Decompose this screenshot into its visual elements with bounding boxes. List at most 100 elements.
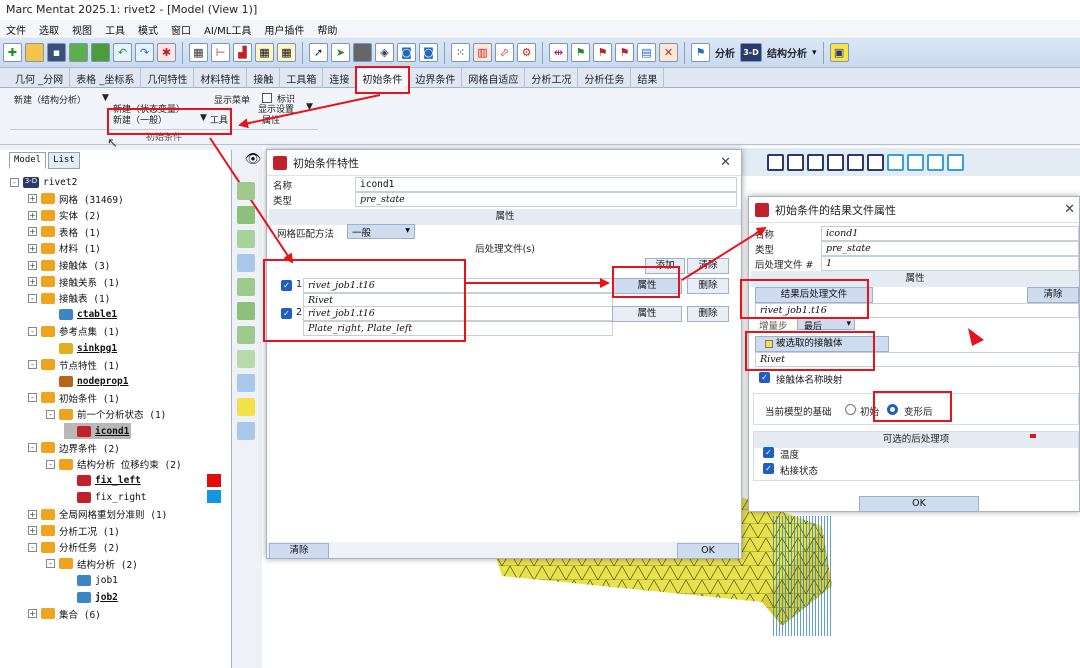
tab-5[interactable]: 工具箱 (280, 68, 324, 88)
tree-item[interactable]: - 结构分析 (2) (46, 556, 138, 572)
flag2-icon[interactable]: ⚑ (593, 43, 612, 62)
side-tool-icon[interactable] (237, 374, 255, 392)
tree-item[interactable]: job2 (64, 589, 118, 605)
tree-item[interactable]: - 初始条件 (1) (28, 390, 120, 406)
grid-icon[interactable]: ▦ (189, 43, 208, 62)
analysis-run-icon[interactable]: ⚑ (691, 43, 710, 62)
menu-item[interactable]: 窗口 (171, 22, 191, 37)
tools-button[interactable]: 工具 (210, 113, 228, 126)
side-tool-icon[interactable] (237, 278, 255, 296)
menu-item[interactable]: 帮助 (317, 22, 337, 37)
collapse-icon[interactable]: - (28, 326, 37, 336)
menu-item[interactable]: 文件 (6, 22, 26, 37)
expand-icon[interactable]: + (28, 243, 37, 253)
tree-item[interactable]: + 集合 (6) (28, 606, 101, 622)
clear-button[interactable]: 清除 (1027, 287, 1079, 303)
row2-delete-button[interactable]: 删除 (687, 306, 729, 322)
chart-icon[interactable]: ▟ (233, 43, 252, 62)
new-struct-button[interactable]: 新建（结构分析） (14, 93, 86, 106)
tree-item[interactable]: fix_left (64, 473, 141, 489)
add-button[interactable]: 添加 (645, 258, 685, 274)
select-cursor-icon[interactable]: ⬀ (495, 43, 514, 62)
tree-item[interactable]: nodeprop1 (46, 373, 128, 389)
tab-6[interactable]: 连接 (323, 68, 357, 88)
eye-icon[interactable]: 👁 (242, 152, 264, 172)
view-iso4-icon[interactable] (947, 153, 964, 171)
monitor-icon[interactable] (353, 43, 372, 62)
collapse-icon[interactable]: - (28, 542, 37, 552)
tree-item[interactable]: - 结构分析 位移约束 (2) (46, 456, 182, 472)
tree-item[interactable]: -3-D rivet2 (10, 174, 77, 190)
expand-icon[interactable]: + (28, 609, 37, 619)
side-tool-icon[interactable] (237, 182, 255, 200)
initial-radio[interactable] (845, 404, 856, 415)
collapse-icon[interactable]: - (46, 409, 55, 419)
menu-item[interactable]: 选取 (39, 22, 59, 37)
side-tool-icon[interactable] (237, 398, 255, 416)
menu-item[interactable]: 工具 (105, 22, 125, 37)
tree-item[interactable]: - 前一个分析状态 (1) (46, 406, 166, 422)
row1-delete-button[interactable]: 删除 (687, 278, 729, 294)
calculator-icon[interactable]: ▥ (473, 43, 492, 62)
save-icon[interactable]: ▪ (47, 43, 66, 62)
expand-icon[interactable]: + (28, 260, 37, 270)
collapse-icon[interactable]: - (28, 360, 37, 370)
close-icon[interactable]: ✕ (1064, 202, 1075, 217)
side-tool-icon[interactable] (237, 230, 255, 248)
tab-3[interactable]: 材料特性 (194, 68, 248, 88)
row1-file[interactable]: rivet_job1.t16 (303, 278, 613, 293)
row2-checkbox[interactable]: ✓ (281, 308, 292, 319)
camera-icon[interactable]: ◙ (397, 43, 416, 62)
expand-icon[interactable]: + (28, 227, 37, 237)
collapse-icon[interactable]: - (46, 459, 55, 469)
view-bottom-icon[interactable] (867, 153, 884, 171)
spreadsheet-icon[interactable]: ▦ (277, 43, 296, 62)
mesh-match-select[interactable]: 一般 ▾ (347, 224, 415, 239)
glue-state-checkbox[interactable]: ✓ (763, 463, 774, 474)
tree-item[interactable]: + 全局网格重划分准则 (1) (28, 506, 167, 522)
chevron-down-icon[interactable]: ▾ (812, 48, 817, 58)
expand-icon[interactable]: + (28, 509, 37, 519)
expand-icon[interactable]: + (28, 210, 37, 220)
map-names-checkbox[interactable]: ✓ (759, 372, 770, 383)
new-file-icon[interactable]: ✚ (3, 43, 22, 62)
chevron-down-icon[interactable]: ▼ (102, 93, 109, 103)
tree-item[interactable]: + 材料 (1) (28, 240, 101, 256)
color-swatch[interactable] (207, 490, 221, 504)
collapse-icon[interactable]: - (46, 559, 55, 569)
chevron-down-icon[interactable]: ▼ (306, 102, 313, 112)
expand-icon[interactable]: + (28, 277, 37, 287)
tab-9[interactable]: 网格自适应 (462, 68, 526, 88)
collapse-icon[interactable]: - (10, 177, 19, 187)
view-back-icon[interactable] (787, 153, 804, 171)
tab-model[interactable]: Model (9, 152, 47, 169)
tree-item[interactable]: fix_right (64, 489, 146, 505)
increment-select[interactable]: 最后 ▾ (797, 318, 855, 332)
export-icon[interactable] (91, 43, 110, 62)
redo-icon[interactable]: ↷ (135, 43, 154, 62)
menu-item[interactable]: 模式 (138, 22, 158, 37)
side-tool-icon[interactable] (237, 302, 255, 320)
side-tool-icon[interactable] (237, 350, 255, 368)
flag-icon[interactable]: ⚑ (571, 43, 590, 62)
expand-icon[interactable]: + (28, 526, 37, 536)
tab-0[interactable]: 几何 _分网 (9, 68, 71, 88)
tab-10[interactable]: 分析工况 (525, 68, 579, 88)
row1-checkbox[interactable]: ✓ (281, 280, 292, 291)
import-icon[interactable] (69, 43, 88, 62)
tab-12[interactable]: 结果 (631, 68, 665, 88)
ok-button[interactable]: OK (677, 543, 739, 559)
tree-item[interactable]: + 表格 (1) (28, 224, 101, 240)
view-top-icon[interactable] (847, 153, 864, 171)
tree-item[interactable]: - 节点特性 (1) (28, 357, 120, 373)
camera2-icon[interactable]: ◙ (419, 43, 438, 62)
tree-item[interactable]: + 接触体 (3) (28, 257, 110, 273)
side-tool-icon[interactable] (237, 422, 255, 440)
dimension-icon[interactable]: ⊢ (211, 43, 230, 62)
yellow-frame-icon[interactable]: ▣ (829, 43, 849, 62)
tree-item[interactable]: + 分析工况 (1) (28, 523, 120, 539)
result-file-button[interactable]: 结果后处理文件 (755, 287, 873, 303)
tree-item[interactable]: - 参考点集 (1) (28, 323, 120, 339)
tree-item[interactable]: - 边界条件 (2) (28, 440, 120, 456)
name-field[interactable]: icond1 (355, 177, 737, 192)
